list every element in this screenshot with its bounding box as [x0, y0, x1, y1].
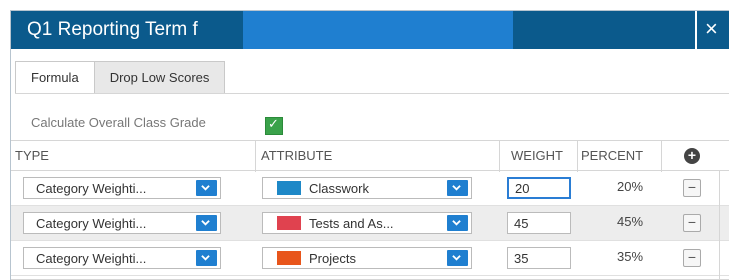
- attribute-dropdown-value: Projects: [309, 251, 356, 266]
- header-percent: PERCENT: [581, 148, 644, 163]
- weight-input[interactable]: [507, 212, 571, 234]
- grade-calculation-dialog: Q1 Reporting Term f × Formula Drop Low S…: [10, 10, 729, 280]
- grid-right-border: [719, 171, 720, 280]
- close-button[interactable]: ×: [695, 11, 729, 49]
- table-row: Category Weighti... Projects 35% −: [11, 241, 729, 276]
- type-dropdown[interactable]: Category Weighti...: [23, 177, 221, 199]
- chevron-down-icon[interactable]: [196, 180, 217, 196]
- percent-value: 35%: [616, 249, 644, 264]
- tab-underline: [15, 93, 729, 94]
- remove-row-button[interactable]: −: [683, 249, 701, 267]
- grid-header: TYPE ATTRIBUTE WEIGHT PERCENT +: [11, 140, 729, 172]
- header-weight: WEIGHT: [511, 148, 563, 163]
- remove-row-button[interactable]: −: [683, 179, 701, 197]
- tab-formula[interactable]: Formula: [15, 61, 95, 94]
- dialog-titlebar: Q1 Reporting Term f ×: [11, 11, 729, 49]
- type-dropdown-value: Category Weighti...: [36, 216, 147, 231]
- table-row: Category Weighti... Tests and As... 45% …: [11, 206, 729, 241]
- tab-drop-low-scores[interactable]: Drop Low Scores: [94, 61, 226, 94]
- remove-row-button[interactable]: −: [683, 214, 701, 232]
- type-dropdown[interactable]: Category Weighti...: [23, 247, 221, 269]
- attribute-dropdown-value: Tests and As...: [309, 216, 394, 231]
- percent-value: 20%: [616, 179, 644, 194]
- chevron-down-icon[interactable]: [447, 180, 468, 196]
- column-divider: [255, 141, 256, 172]
- chevron-down-icon[interactable]: [196, 215, 217, 231]
- attribute-dropdown-value: Classwork: [309, 181, 369, 196]
- checkmark-icon: ✓: [268, 116, 279, 131]
- attribute-dropdown[interactable]: Projects: [262, 247, 472, 269]
- percent-value: 45%: [616, 214, 644, 229]
- header-type: TYPE: [15, 148, 49, 163]
- header-attribute: ATTRIBUTE: [261, 148, 333, 163]
- column-divider: [499, 141, 500, 172]
- column-divider: [661, 141, 662, 172]
- calculate-overall-checkbox[interactable]: ✓: [265, 116, 283, 135]
- chevron-down-icon[interactable]: [447, 250, 468, 266]
- close-icon: ×: [705, 16, 718, 41]
- column-divider: [577, 141, 578, 172]
- dialog-title: Q1 Reporting Term f: [27, 19, 198, 40]
- plus-circle-icon[interactable]: +: [684, 148, 700, 164]
- calculate-overall-label: Calculate Overall Class Grade: [31, 115, 206, 130]
- attribute-color-swatch: [277, 181, 301, 195]
- tab-bar: Formula Drop Low Scores: [15, 61, 226, 94]
- type-dropdown-value: Category Weighti...: [36, 181, 147, 196]
- weight-input[interactable]: [507, 247, 571, 269]
- type-dropdown[interactable]: Category Weighti...: [23, 212, 221, 234]
- chevron-down-icon[interactable]: [196, 250, 217, 266]
- chevron-down-icon[interactable]: [447, 215, 468, 231]
- attribute-color-swatch: [277, 216, 301, 230]
- attribute-color-swatch: [277, 251, 301, 265]
- title-highlight-overlay: [243, 11, 513, 49]
- attribute-dropdown[interactable]: Classwork: [262, 177, 472, 199]
- attribute-dropdown[interactable]: Tests and As...: [262, 212, 472, 234]
- weight-input[interactable]: [507, 177, 571, 199]
- table-row: Category Weighti... Classwork 20% −: [11, 171, 729, 206]
- type-dropdown-value: Category Weighti...: [36, 251, 147, 266]
